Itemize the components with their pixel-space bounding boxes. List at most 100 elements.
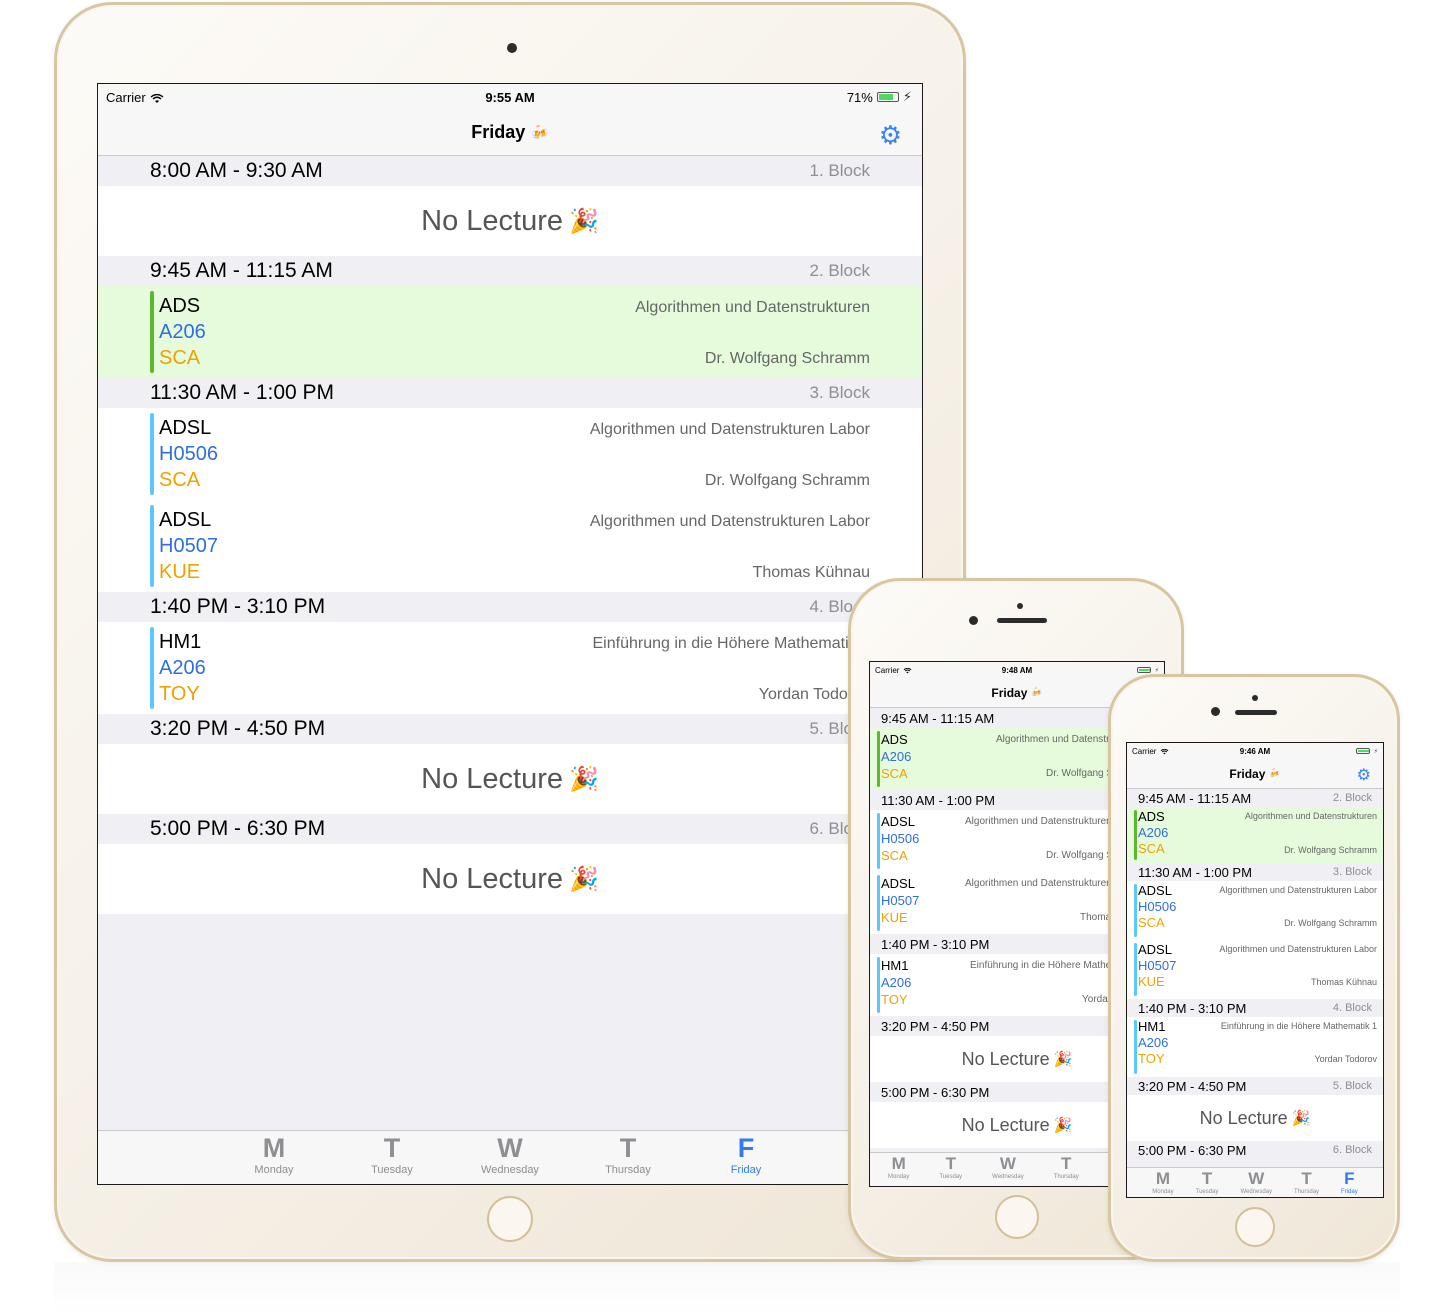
lecture-code: ADS: [159, 295, 201, 317]
lecturer-code: KUE: [1138, 974, 1165, 989]
gear-icon[interactable]: ⚙: [879, 120, 902, 151]
block-time: 9:45 AM - 11:15 AM: [881, 710, 995, 726]
tab-label: Tuesday: [371, 1164, 413, 1176]
tab-wednesday[interactable]: W Wednesday: [481, 1131, 539, 1184]
navigation-bar: Friday 🍻 ⚙: [1127, 759, 1383, 789]
status-bar: Carrier 9:46 AM ⚡: [1127, 743, 1383, 759]
schedule-table: 9:45 AM - 11:15 AM 2. Block ADS A206 SCA…: [1127, 789, 1383, 1159]
lecturer-code: KUE: [881, 910, 908, 925]
beer-icon: 🍻: [531, 124, 549, 140]
battery-icon: [1355, 748, 1370, 754]
block-time: 1:40 PM - 3:10 PM: [150, 595, 326, 618]
block-time: 5:00 PM - 6:30 PM: [1138, 1142, 1247, 1158]
iphone-frame: Carrier 9:46 AM ⚡ Friday 🍻 ⚙ 9:45 AM - 1…: [1108, 674, 1400, 1262]
tab-tuesday[interactable]: T Tuesday: [363, 1131, 421, 1184]
party-icon: 🎉: [568, 865, 599, 893]
block-time: 1:40 PM - 3:10 PM: [881, 936, 990, 952]
tab-letter: W: [1248, 1169, 1265, 1188]
tab-tuesday[interactable]: T Tuesday: [939, 1153, 962, 1186]
no-lecture-cell: No Lecture 🎉: [1127, 1095, 1383, 1141]
tab-bar: M Monday T Tuesday W Wednesday T Thursday FF…: [1127, 1167, 1383, 1197]
tab-thursday[interactable]: T Thursday: [1294, 1168, 1319, 1197]
status-time: 9:48 AM: [1001, 665, 1033, 675]
block-time: 5:00 PM - 6:30 PM: [881, 1084, 990, 1100]
lecture-cell[interactable]: ADSL H0507 KUE Algorithmen und Datenstru…: [98, 500, 922, 592]
camera: [969, 616, 978, 625]
lecture-name: Algorithmen und Datenstrukturen: [1244, 811, 1377, 821]
lecture-cell[interactable]: ADS A206 SCA Algorithmen und Datenstrukt…: [1127, 807, 1383, 863]
camera: [1211, 707, 1220, 716]
section-header: 8:00 AM - 9:30 AM 1. Block: [98, 156, 922, 186]
lecturer-code: TOY: [881, 992, 908, 1007]
lecture-cell[interactable]: ADS A206 SCA Algorithmen und Datenstrukt…: [98, 286, 922, 378]
lecturer-name: Yordan Todorov: [1314, 1054, 1377, 1064]
no-lecture-label: No Lecture: [1199, 1107, 1288, 1128]
lecture-room: A206: [159, 657, 206, 679]
tab-friday[interactable]: F Friday: [1341, 1168, 1358, 1197]
lecture-code: ADSL: [159, 509, 212, 531]
lecture-cell[interactable]: ADSL H0506 SCA Algorithmen und Datenstru…: [1127, 881, 1383, 940]
lecture-room: A206: [881, 749, 912, 764]
navigation-bar: Friday 🍻 ⚙: [98, 110, 922, 156]
lecture-name: Einführung in die Höhere Mathematik 1: [1220, 1021, 1377, 1031]
tab-label: Tuesday: [939, 1174, 963, 1180]
speaker: [997, 618, 1047, 623]
tab-label: Wednesday: [992, 1174, 1024, 1180]
section-header: 1:40 PM - 3:10 PM 4. Block: [1127, 999, 1383, 1017]
lecture-cell[interactable]: HM1 A206 TOY Einführung in die Höhere Ma…: [98, 622, 922, 714]
lecture-color-bar: [1134, 810, 1137, 860]
ipad-screen: Carrier 9:55 AM 71% ⚡ Friday 🍻 ⚙ 8:00 AM…: [97, 83, 923, 1185]
tab-wednesday[interactable]: W Wednesday: [992, 1153, 1024, 1186]
tab-label: Tuesday: [1195, 1189, 1219, 1195]
tab-friday[interactable]: F Friday: [717, 1131, 775, 1184]
section-header: 3:20 PM - 4:50 PM 5. Block: [1127, 1077, 1383, 1095]
lecture-room: A206: [1138, 825, 1169, 840]
block-time: 3:20 PM - 4:50 PM: [1138, 1078, 1247, 1094]
party-icon: 🎉: [1053, 1117, 1073, 1134]
lecture-code: ADSL: [1138, 942, 1172, 957]
tab-label: Monday: [888, 1174, 910, 1180]
no-lecture-label: No Lecture: [421, 862, 563, 895]
no-lecture-label: No Lecture: [421, 204, 563, 237]
section-header: 5:00 PM - 6:30 PM 6. Block: [98, 814, 922, 844]
tab-letter: W: [999, 1154, 1016, 1173]
lecture-room: H0507: [1138, 958, 1177, 973]
lecture-name: Einführung in die Höhere Mathematik 1: [592, 635, 871, 652]
block-label: 3. Block: [809, 383, 870, 402]
block-time: 9:45 AM - 11:15 AM: [150, 259, 333, 282]
lecture-code: ADSL: [881, 876, 915, 891]
lecture-cell[interactable]: ADSL H0507 KUE Algorithmen und Datenstru…: [1127, 940, 1383, 999]
section-header: 9:45 AM - 11:15 AM 2. Block: [1127, 789, 1383, 807]
tab-label: Wednesday: [1240, 1189, 1273, 1195]
tab-wednesday[interactable]: W Wednesday: [1240, 1168, 1272, 1197]
tab-letter: W: [497, 1133, 523, 1163]
block-time: 9:45 AM - 11:15 AM: [1138, 790, 1252, 806]
home-button[interactable]: [1235, 1207, 1275, 1247]
home-button[interactable]: [487, 1196, 533, 1242]
block-time: 3:20 PM - 4:50 PM: [881, 1018, 990, 1034]
tab-thursday[interactable]: T Thursday: [1054, 1153, 1079, 1186]
tab-monday[interactable]: M Monday: [245, 1131, 303, 1184]
lecture-cell[interactable]: ADSL H0506 SCA Algorithmen und Datenstru…: [98, 408, 922, 500]
home-button[interactable]: [995, 1195, 1039, 1239]
status-time: 9:46 AM: [1239, 746, 1271, 756]
block-time: 5:00 PM - 6:30 PM: [150, 817, 326, 840]
tab-label: Thursday: [1053, 1174, 1079, 1180]
lecture-room: H0507: [159, 535, 218, 557]
beer-icon: 🍻: [1269, 768, 1281, 778]
tab-monday[interactable]: M Monday: [888, 1153, 909, 1186]
party-icon: 🎉: [568, 207, 599, 235]
gear-icon[interactable]: ⚙: [1357, 765, 1371, 785]
tab-thursday[interactable]: T Thursday: [599, 1131, 657, 1184]
tab-tuesday[interactable]: T Tuesday: [1196, 1168, 1219, 1197]
tab-monday[interactable]: M Monday: [1152, 1168, 1173, 1197]
lecture-cell[interactable]: HM1 A206 TOY Einführung in die Höhere Ma…: [1127, 1017, 1383, 1077]
lecture-color-bar: [1134, 1020, 1137, 1074]
lecturer-code: TOY: [159, 683, 200, 705]
block-time: 1:40 PM - 3:10 PM: [1138, 1000, 1247, 1016]
sensor: [1252, 695, 1258, 701]
lecture-color-bar: [877, 875, 880, 931]
no-lecture-cell: No Lecture 🎉: [98, 744, 922, 814]
lecture-room: A206: [881, 975, 912, 990]
block-label: 1. Block: [809, 161, 870, 180]
